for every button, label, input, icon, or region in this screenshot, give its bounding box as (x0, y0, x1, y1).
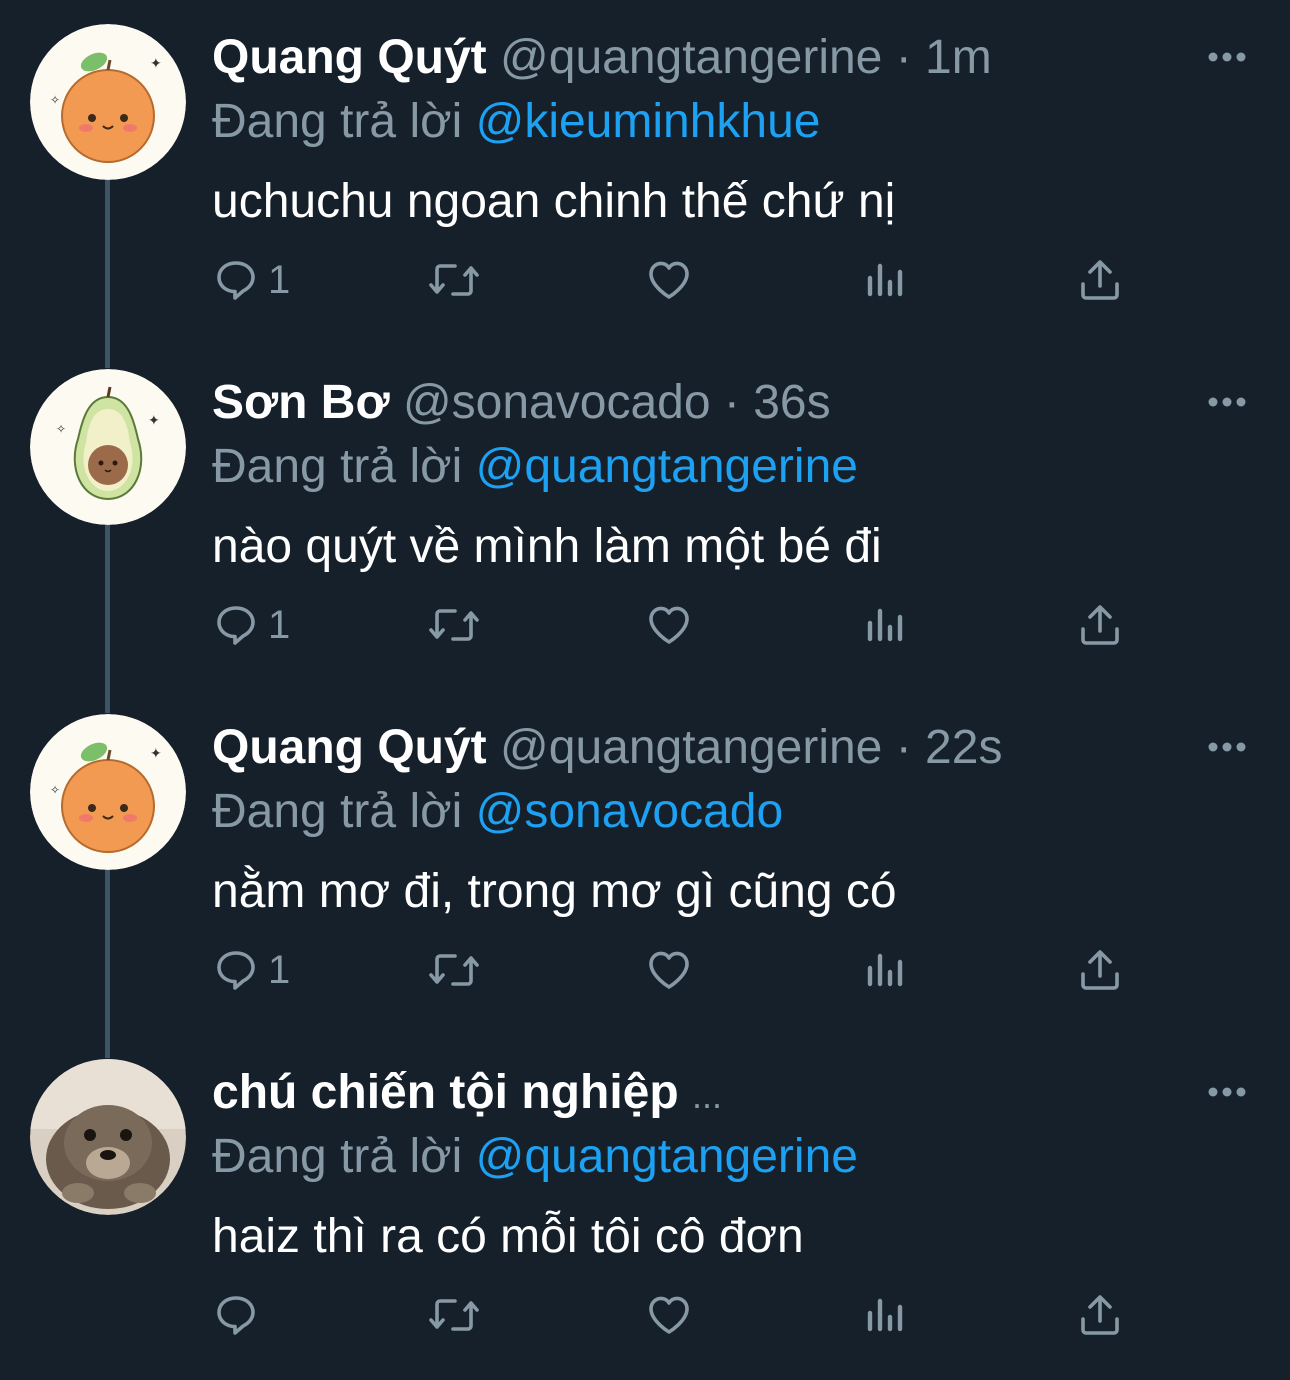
mention-link[interactable]: @quangtangerine (476, 440, 858, 493)
display-name[interactable]: Quang Quýt (212, 31, 487, 84)
heart-icon (649, 951, 689, 989)
tangerine-avatar[interactable]: ✦ ✧ (30, 24, 186, 180)
mention-link[interactable]: @quangtangerine (476, 1130, 858, 1183)
tweet[interactable]: ✦ ✧ Quang Quýt @quangtangerine · 1m Đang… (0, 0, 1290, 345)
share-button[interactable] (1077, 1285, 1123, 1345)
tweet-text: uchuchu ngoan chinh thế chứ nị (212, 175, 896, 228)
timestamp[interactable]: 1m (925, 31, 992, 84)
retweet-button[interactable] (427, 595, 481, 655)
svg-text:✦: ✦ (150, 746, 162, 762)
tweet[interactable]: ✦ ✧ Sơn Bơ @sonavocado · 36s Đang trả lờ… (0, 345, 1290, 690)
replying-to-label: Đang trả lời (212, 440, 463, 493)
like-button[interactable] (644, 250, 694, 310)
replying-to-label: Đang trả lời (212, 1130, 463, 1183)
share-button[interactable] (1077, 595, 1123, 655)
heart-icon (649, 1296, 689, 1334)
tweet-text: haiz thì ra có mỗi tôi cô đơn (212, 1210, 804, 1263)
svg-text:✦: ✦ (148, 413, 160, 429)
more-button[interactable] (1205, 387, 1249, 417)
reply-button[interactable] (212, 1285, 268, 1345)
more-icon (1208, 397, 1246, 407)
analytics-button[interactable] (864, 1285, 906, 1345)
mention-link[interactable]: @kieuminhkhue (476, 95, 821, 148)
more-icon (1208, 52, 1246, 62)
share-button[interactable] (1077, 940, 1123, 1000)
display-name[interactable]: Sơn Bơ (212, 376, 390, 429)
tweet-header: chú chiến tội nghiệp ... (212, 1063, 722, 1123)
analytics-button[interactable] (864, 940, 906, 1000)
share-icon (1081, 260, 1119, 300)
retweet-icon (429, 609, 479, 641)
display-name[interactable]: Quang Quýt (212, 721, 487, 774)
tangerine-avatar[interactable]: ✦ ✧ (30, 714, 186, 870)
analytics-icon (867, 263, 903, 297)
tweet-header: Quang Quýt @quangtangerine · 22s (212, 718, 1002, 778)
analytics-icon (867, 608, 903, 642)
tweet-header: Quang Quýt @quangtangerine · 1m (212, 28, 992, 88)
user-handle[interactable]: @quangtangerine (500, 31, 882, 84)
separator-dot: · (895, 31, 912, 84)
analytics-icon (867, 953, 903, 987)
retweet-icon (429, 954, 479, 986)
heart-icon (649, 606, 689, 644)
separator-dot: · (895, 721, 912, 774)
more-icon (1208, 1087, 1246, 1097)
analytics-button[interactable] (864, 595, 906, 655)
reply-icon (217, 951, 255, 990)
timestamp[interactable]: 36s (753, 376, 830, 429)
analytics-button[interactable] (864, 250, 906, 310)
reply-count: 1 (268, 603, 291, 647)
like-button[interactable] (644, 1285, 694, 1345)
tweet-text: nào quýt về mình làm một bé đi (212, 520, 882, 573)
more-button[interactable] (1205, 1077, 1249, 1107)
retweet-button[interactable] (427, 940, 481, 1000)
replying-to: Đang trả lời @kieuminhkhue (212, 92, 821, 152)
tweet[interactable]: ✦ ✧ Quang Quýt @quangtangerine · 22s Đan… (0, 690, 1290, 1035)
display-name[interactable]: chú chiến tội nghiệp (212, 1066, 679, 1119)
like-button[interactable] (644, 595, 694, 655)
retweet-icon (429, 1299, 479, 1331)
reply-button[interactable]: 1 (212, 250, 290, 310)
user-handle[interactable]: @quangtangerine (500, 721, 882, 774)
replying-to-label: Đang trả lời (212, 785, 463, 838)
reply-icon (217, 261, 255, 300)
replying-to: Đang trả lời @quangtangerine (212, 437, 858, 497)
user-handle[interactable]: @sonavocado (403, 376, 711, 429)
truncation-ellipsis: ... (692, 1075, 723, 1116)
reply-button[interactable]: 1 (212, 595, 290, 655)
retweet-button[interactable] (427, 1285, 481, 1345)
more-button[interactable] (1205, 42, 1249, 72)
separator-dot: · (723, 376, 740, 429)
reply-count: 1 (268, 258, 291, 302)
replying-to: Đang trả lời @quangtangerine (212, 1127, 858, 1187)
reply-icon (217, 606, 255, 645)
reply-button[interactable]: 1 (212, 940, 290, 1000)
more-button[interactable] (1205, 732, 1249, 762)
mention-link[interactable]: @sonavocado (476, 785, 784, 838)
retweet-icon (429, 264, 479, 296)
replying-to-label: Đang trả lời (212, 95, 463, 148)
like-button[interactable] (644, 940, 694, 1000)
retweet-button[interactable] (427, 250, 481, 310)
svg-text:✧: ✧ (50, 783, 60, 797)
timestamp[interactable]: 22s (925, 721, 1002, 774)
share-icon (1081, 1295, 1119, 1335)
replying-to: Đang trả lời @sonavocado (212, 782, 783, 842)
heart-icon (649, 261, 689, 299)
tweet[interactable]: chú chiến tội nghiệp ... Đang trả lời @q… (0, 1035, 1290, 1380)
reply-count: 1 (268, 948, 291, 992)
share-button[interactable] (1077, 250, 1123, 310)
analytics-icon (867, 1298, 903, 1332)
svg-text:✧: ✧ (50, 93, 60, 107)
reply-icon (217, 1296, 255, 1335)
share-icon (1081, 605, 1119, 645)
svg-text:✧: ✧ (56, 422, 66, 436)
svg-text:✦: ✦ (150, 56, 162, 72)
share-icon (1081, 950, 1119, 990)
otter-avatar[interactable] (30, 1059, 186, 1215)
more-icon (1208, 742, 1246, 752)
avocado-avatar[interactable]: ✦ ✧ (30, 369, 186, 525)
tweet-header: Sơn Bơ @sonavocado · 36s (212, 373, 831, 433)
tweet-text: nằm mơ đi, trong mơ gì cũng có (212, 865, 897, 918)
